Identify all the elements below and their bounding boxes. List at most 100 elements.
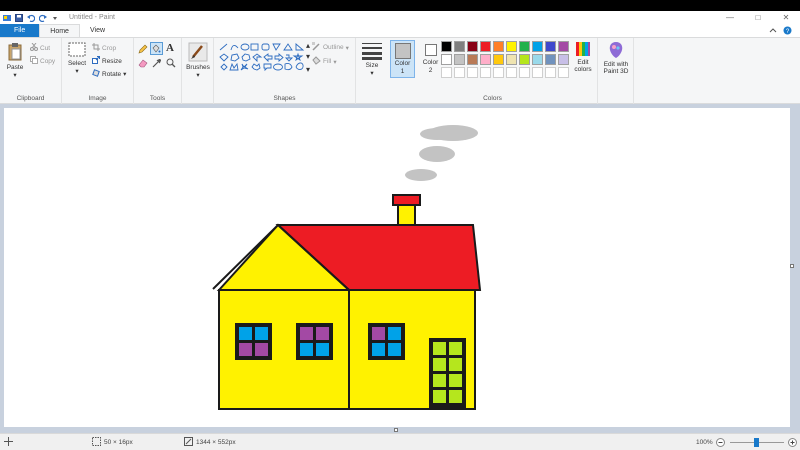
palette-color-swatch[interactable]: [480, 67, 491, 78]
selection-size-text: 50 × 16px: [104, 438, 133, 446]
palette-color-swatch[interactable]: [519, 41, 530, 52]
palette-color-swatch[interactable]: [480, 41, 491, 52]
door-pane: [449, 390, 462, 403]
smoke-cloud: [405, 169, 437, 181]
canvas-resize-handle-bottom[interactable]: [394, 428, 398, 432]
palette-color-swatch[interactable]: [545, 67, 556, 78]
pencil-icon[interactable]: [138, 44, 148, 54]
palette-color-swatch[interactable]: [558, 54, 569, 65]
smoke-clouds: [405, 125, 478, 181]
door-pane: [433, 390, 446, 403]
shapes-gallery[interactable]: [218, 42, 310, 78]
palette-color-swatch[interactable]: [558, 41, 569, 52]
zoom-in-button[interactable]: [788, 434, 797, 450]
palette-color-swatch[interactable]: [441, 67, 452, 78]
rotate-button[interactable]: Rotate ▾: [92, 69, 126, 79]
paste-dropdown-icon[interactable]: ▾: [4, 71, 26, 79]
palette-color-swatch[interactable]: [519, 67, 530, 78]
shapes-group: ▴ ▾ ▾ Outline ▾ Fill ▾ Shapes: [214, 38, 356, 104]
save-icon[interactable]: [15, 13, 23, 22]
palette-color-swatch[interactable]: [545, 41, 556, 52]
redo-icon[interactable]: [38, 14, 47, 22]
tab-file[interactable]: File: [0, 24, 40, 37]
line-size-icon: [362, 43, 382, 60]
palette-color-swatch[interactable]: [519, 54, 530, 65]
collapse-ribbon-icon[interactable]: [769, 26, 777, 37]
size-dropdown-icon[interactable]: ▾: [360, 69, 384, 77]
fill-button[interactable]: Fill ▾: [312, 56, 337, 67]
shapes-scroll-up-icon[interactable]: ▴: [306, 41, 310, 50]
zoom-in-icon: [788, 437, 797, 447]
maximize-icon[interactable]: □: [744, 11, 772, 24]
color2-swatch: [424, 44, 437, 56]
brushes-button[interactable]: Brushes ▾: [185, 42, 211, 79]
scissors-icon: [30, 42, 38, 53]
zoom-out-button[interactable]: [716, 434, 725, 450]
palette-color-swatch[interactable]: [506, 67, 517, 78]
door-pane: [433, 358, 446, 371]
cut-button[interactable]: Cut: [30, 42, 50, 53]
zoom-slider[interactable]: [730, 434, 784, 450]
edit-colors-button[interactable]: Edit colors: [570, 41, 596, 73]
select-dropdown-icon[interactable]: ▾: [65, 67, 89, 75]
palette-color-swatch[interactable]: [558, 67, 569, 78]
palette-color-swatch[interactable]: [545, 54, 556, 65]
shapes-more-icon[interactable]: ▾: [306, 65, 310, 74]
palette-color-swatch[interactable]: [467, 67, 478, 78]
edit-with-paint3d-button[interactable]: Edit with Paint 3D: [600, 41, 632, 75]
tab-home[interactable]: Home: [39, 24, 80, 37]
palette-color-swatch[interactable]: [493, 41, 504, 52]
eraser-icon[interactable]: [138, 58, 148, 68]
drawing-canvas[interactable]: [4, 108, 790, 427]
palette-color-swatch[interactable]: [454, 54, 465, 65]
fill-label: Fill: [323, 58, 332, 65]
palette-color-swatch[interactable]: [506, 54, 517, 65]
tab-view[interactable]: View: [80, 24, 115, 37]
colors-group: Color 1 Color 2 Edit colors Colors: [388, 38, 598, 104]
minimize-icon[interactable]: —: [716, 11, 744, 24]
rotate-dropdown-icon[interactable]: ▾: [123, 70, 126, 78]
color-picker-icon[interactable]: [152, 58, 162, 68]
palette-color-swatch[interactable]: [467, 54, 478, 65]
clipboard-group: Paste ▾ Cut Copy Clipboard: [0, 38, 62, 104]
palette-color-swatch[interactable]: [467, 41, 478, 52]
fill-dropdown-icon: ▾: [333, 58, 337, 66]
outline-button[interactable]: Outline ▾: [312, 42, 349, 53]
undo-icon[interactable]: [27, 14, 36, 22]
crop-button[interactable]: Crop: [92, 43, 116, 53]
color2-button[interactable]: Color 2: [418, 40, 443, 78]
palette-color-swatch[interactable]: [441, 41, 452, 52]
customize-toolbar-icon[interactable]: [51, 14, 59, 22]
copy-button[interactable]: Copy: [30, 56, 55, 66]
door-pane: [449, 342, 462, 355]
palette-color-swatch[interactable]: [480, 54, 491, 65]
palette-color-swatch[interactable]: [532, 54, 543, 65]
palette-color-swatch[interactable]: [454, 41, 465, 52]
close-icon[interactable]: ✕: [772, 11, 800, 24]
help-icon[interactable]: ?: [783, 26, 792, 37]
palette-color-swatch[interactable]: [493, 67, 504, 78]
palette-color-swatch[interactable]: [493, 54, 504, 65]
select-label: Select: [67, 60, 87, 67]
paste-button[interactable]: Paste ▾: [4, 42, 26, 79]
tools-group-label: Tools: [149, 95, 166, 102]
color1-button[interactable]: Color 1: [390, 40, 415, 78]
shapes-scroll-down-icon[interactable]: ▾: [306, 52, 310, 61]
fill-bucket-icon[interactable]: [150, 42, 163, 55]
canvas-resize-handle-right[interactable]: [790, 264, 794, 268]
zoom-slider-thumb[interactable]: [754, 438, 759, 447]
door-pane: [433, 374, 446, 387]
select-button[interactable]: Select ▾: [65, 42, 89, 75]
palette-color-swatch[interactable]: [532, 67, 543, 78]
magnifier-icon[interactable]: [166, 58, 176, 68]
paste-label: Paste: [6, 64, 24, 71]
palette-color-swatch[interactable]: [532, 41, 543, 52]
palette-color-swatch[interactable]: [454, 67, 465, 78]
palette-color-swatch[interactable]: [441, 54, 452, 65]
brushes-dropdown-icon[interactable]: ▾: [185, 71, 211, 79]
resize-button[interactable]: Resize: [92, 56, 122, 66]
window-1: [235, 323, 272, 360]
size-button[interactable]: Size ▾: [360, 42, 384, 77]
text-tool-icon[interactable]: A: [166, 42, 174, 54]
palette-color-swatch[interactable]: [506, 41, 517, 52]
